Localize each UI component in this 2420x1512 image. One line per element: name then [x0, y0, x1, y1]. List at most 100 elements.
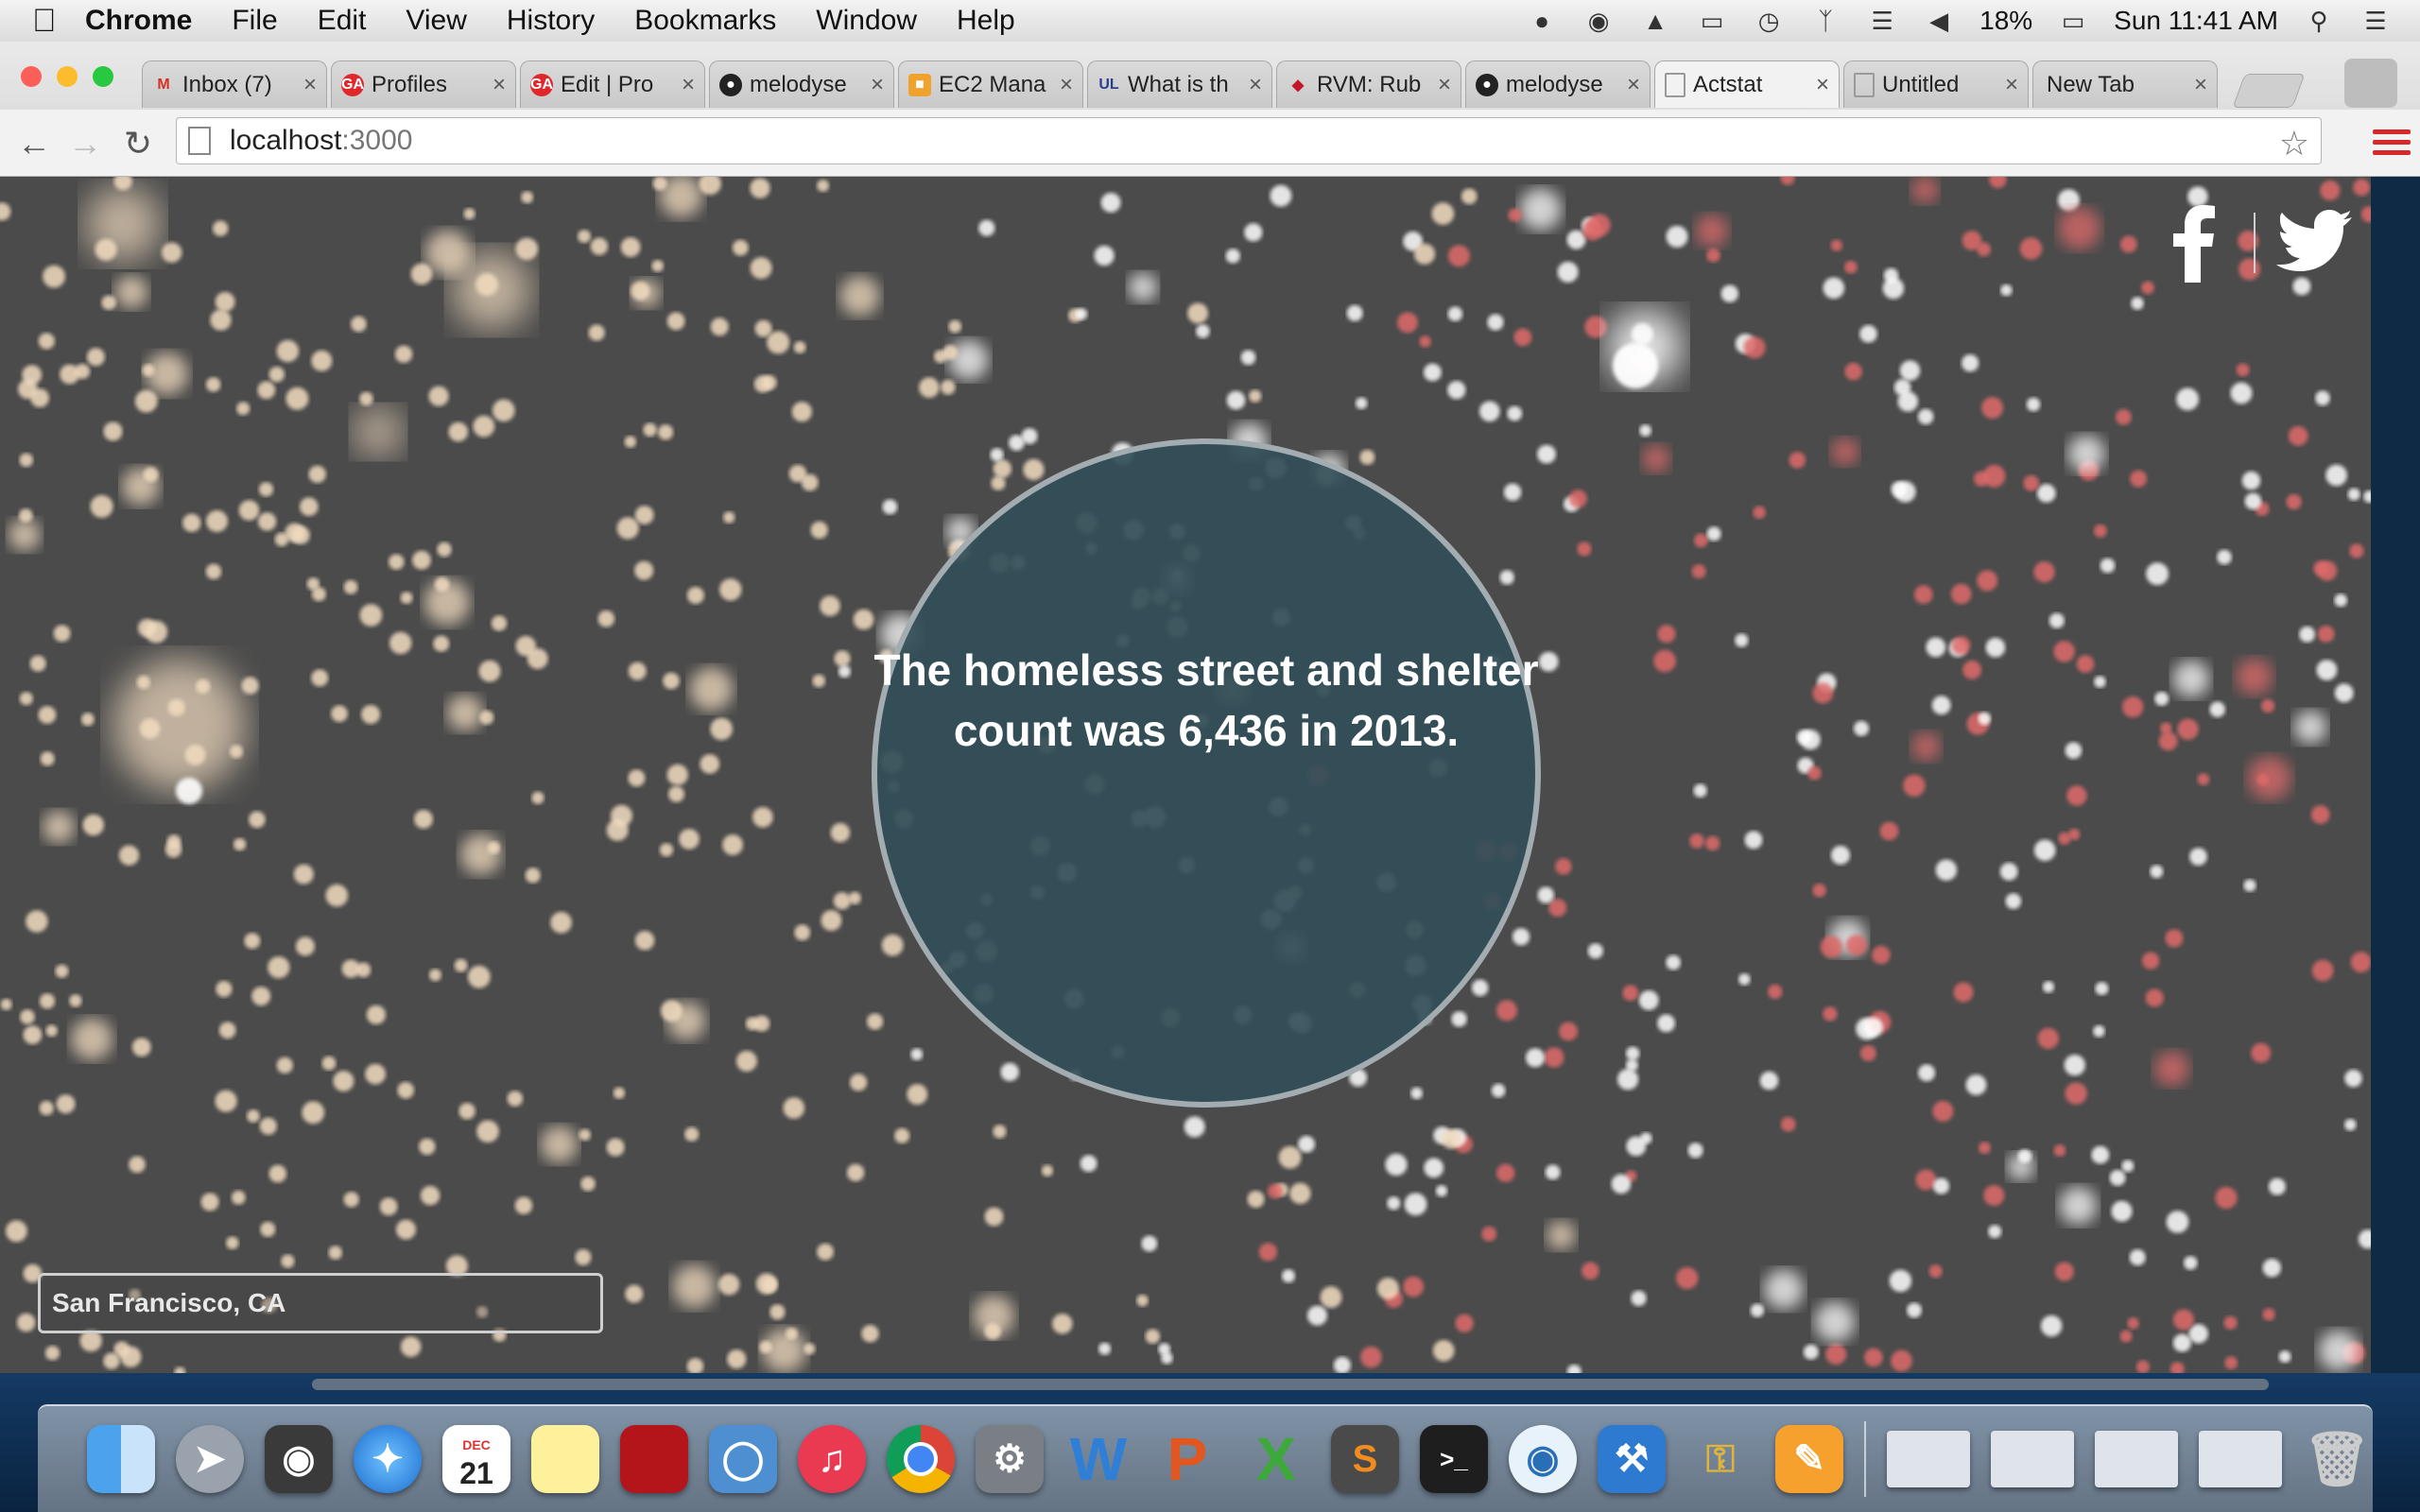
- skype-icon[interactable]: ◉: [1582, 7, 1615, 35]
- close-tab-icon[interactable]: ×: [1627, 72, 1640, 98]
- tab-profiles[interactable]: GA Profiles ×: [331, 60, 516, 108]
- close-tab-icon[interactable]: ×: [1249, 72, 1262, 98]
- iphoto-camera-icon[interactable]: ◯: [709, 1425, 777, 1493]
- close-tab-icon[interactable]: ×: [682, 72, 695, 98]
- close-tab-icon[interactable]: ×: [1438, 72, 1451, 98]
- menu-file[interactable]: File: [232, 5, 277, 37]
- chrome-browser-icon[interactable]: [887, 1425, 955, 1493]
- particle-dot: [39, 1101, 54, 1116]
- reload-icon[interactable]: ↻: [117, 123, 159, 164]
- menubar-clock[interactable]: Sun 11:41 AM: [2114, 6, 2278, 36]
- minimize-window-icon[interactable]: [57, 66, 78, 87]
- close-tab-icon[interactable]: ×: [871, 72, 884, 98]
- bluetooth-icon[interactable]: ᛉ: [1809, 7, 1841, 35]
- particle-dot: [182, 513, 201, 532]
- particle-dot: [22, 365, 43, 385]
- page-icon: [1665, 72, 1685, 97]
- evernote-elephant-icon[interactable]: ●: [1526, 7, 1558, 35]
- menu-help[interactable]: Help: [957, 5, 1015, 37]
- particle-dot: [205, 563, 222, 579]
- tab-melodyse-1[interactable]: ● melodyse ×: [709, 60, 894, 108]
- particle-dot: [136, 675, 150, 690]
- back-arrow-icon[interactable]: ←: [13, 123, 55, 164]
- stickies-notepad-icon[interactable]: [531, 1425, 599, 1493]
- sublime-text-icon[interactable]: S: [1331, 1425, 1399, 1493]
- location-input[interactable]: San Francisco, CA: [38, 1273, 603, 1333]
- calendar-icon[interactable]: DEC 21: [442, 1425, 510, 1493]
- tab-ec2[interactable]: ■ EC2 Mana ×: [898, 60, 1083, 108]
- tab-label: New Tab: [2047, 71, 2135, 97]
- tab-label: Actstat: [1693, 71, 1763, 97]
- address-bar[interactable]: localhost:3000 ☆: [176, 117, 2322, 164]
- battery-icon[interactable]: ▭: [2057, 7, 2089, 35]
- minimized-word-window-thumbnail[interactable]: [1991, 1431, 2074, 1487]
- photo-booth-icon[interactable]: [620, 1425, 688, 1493]
- facebook-icon[interactable]: [2172, 203, 2216, 283]
- tab-untitled[interactable]: Untitled ×: [1843, 60, 2029, 108]
- word-icon[interactable]: W: [1064, 1425, 1132, 1493]
- close-tab-icon[interactable]: ×: [2005, 72, 2018, 98]
- excel-icon[interactable]: X: [1242, 1425, 1310, 1493]
- tab-edit-pro[interactable]: GA Edit | Pro ×: [520, 60, 705, 108]
- volume-icon[interactable]: ◀: [1923, 7, 1955, 35]
- close-window-icon[interactable]: [21, 66, 42, 87]
- itunes-music-icon[interactable]: ♫: [798, 1425, 866, 1493]
- time-machine-icon[interactable]: ◷: [1753, 7, 1785, 35]
- horizontal-scrollbar[interactable]: [312, 1379, 2269, 1390]
- close-tab-icon[interactable]: ×: [303, 72, 317, 98]
- safari-compass-icon[interactable]: ✦: [354, 1425, 422, 1493]
- airplay-icon[interactable]: ▭: [1696, 7, 1728, 35]
- tab-what-is[interactable]: UL What is th ×: [1087, 60, 1272, 108]
- menu-app-name[interactable]: Chrome: [85, 5, 192, 37]
- trash-icon[interactable]: 🗑: [2303, 1425, 2371, 1493]
- messages-bubble-icon[interactable]: ◉: [1509, 1425, 1577, 1493]
- powerpoint-icon[interactable]: P: [1153, 1425, 1221, 1493]
- spotlight-search-icon[interactable]: ⚲: [2303, 7, 2335, 35]
- tab-melodyse-2[interactable]: ● melodyse ×: [1465, 60, 1651, 108]
- zoom-window-icon[interactable]: [93, 66, 113, 87]
- minimized-window-thumbnail[interactable]: [2095, 1431, 2178, 1487]
- close-tab-icon[interactable]: ×: [1816, 72, 1829, 98]
- tab-rvm[interactable]: ◆ RVM: Rub ×: [1276, 60, 1461, 108]
- menu-bookmarks[interactable]: Bookmarks: [634, 5, 776, 37]
- wifi-icon[interactable]: ☰: [1866, 7, 1898, 35]
- tab-new-tab[interactable]: New Tab ×: [2032, 60, 2218, 108]
- particle-dot: [1695, 215, 1729, 248]
- particle-dot: [200, 1193, 219, 1211]
- particle-dot: [215, 1090, 237, 1112]
- page-info-icon[interactable]: [188, 127, 211, 155]
- tab-actstat[interactable]: Actstat ×: [1654, 60, 1840, 108]
- pages-pen-icon[interactable]: ✎: [1775, 1425, 1843, 1493]
- particle-dot: [176, 778, 202, 804]
- close-tab-icon[interactable]: ×: [1060, 72, 1073, 98]
- notification-center-icon[interactable]: ☰: [2360, 7, 2392, 35]
- facetime-camera-icon[interactable]: ◉: [265, 1425, 333, 1493]
- close-tab-icon[interactable]: ×: [493, 72, 506, 98]
- particle-dot: [476, 1120, 499, 1143]
- menu-history[interactable]: History: [507, 5, 595, 37]
- minimized-window-thumbnail[interactable]: [1887, 1431, 1970, 1487]
- forward-arrow-icon[interactable]: →: [64, 123, 106, 164]
- twitter-icon[interactable]: [2276, 207, 2352, 275]
- particle-dot: [2054, 1262, 2074, 1281]
- terminal-icon[interactable]: >_: [1420, 1425, 1488, 1493]
- new-tab-button[interactable]: [2232, 74, 2306, 108]
- apple-menu-icon[interactable]: : [32, 3, 85, 40]
- particle-dot: [343, 1192, 359, 1208]
- particle-dot: [473, 415, 495, 438]
- chrome-menu-icon[interactable]: [2373, 121, 2411, 163]
- particle-dot: [351, 316, 367, 333]
- bookmark-star-icon[interactable]: ☆: [2279, 124, 2309, 163]
- menu-window[interactable]: Window: [816, 5, 917, 37]
- menu-view[interactable]: View: [406, 5, 466, 37]
- menu-edit[interactable]: Edit: [318, 5, 367, 37]
- xcode-hammer-icon[interactable]: ⚒: [1598, 1425, 1666, 1493]
- finder-icon[interactable]: [87, 1425, 155, 1493]
- notification-bell-icon[interactable]: ▲: [1639, 7, 1671, 35]
- tab-inbox[interactable]: M Inbox (7) ×: [142, 60, 327, 108]
- close-tab-icon[interactable]: ×: [2194, 72, 2207, 98]
- keychain-keys-icon[interactable]: ⚿: [1686, 1425, 1754, 1493]
- system-preferences-gear-icon[interactable]: ⚙: [976, 1425, 1044, 1493]
- launchpad-rocket-icon[interactable]: ➤: [176, 1425, 244, 1493]
- minimized-window-thumbnail[interactable]: [2199, 1431, 2282, 1487]
